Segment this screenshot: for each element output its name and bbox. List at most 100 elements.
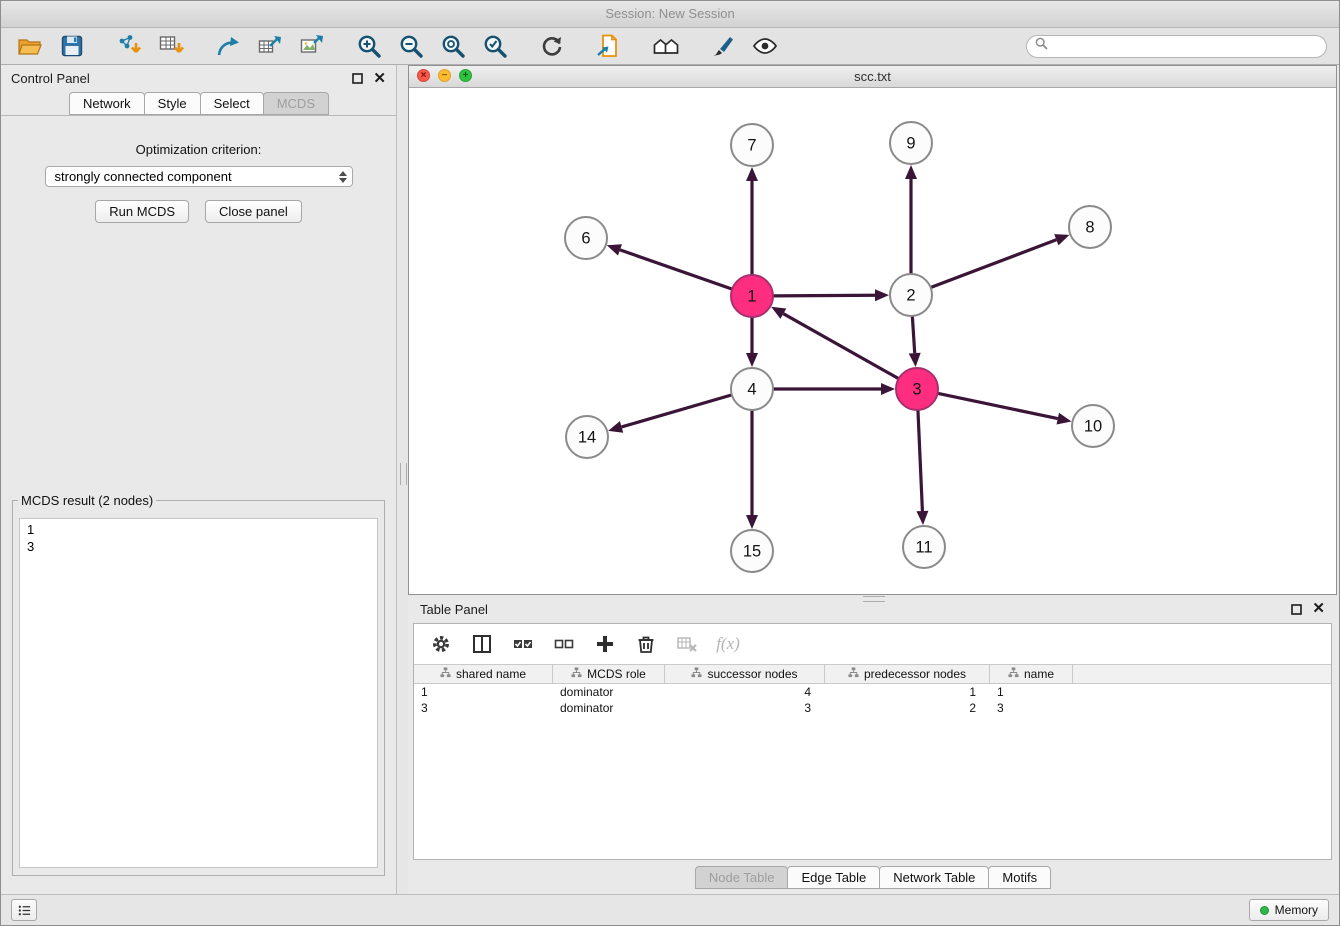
tab-mcds[interactable]: MCDS [263,92,329,115]
graph-edge-2-8[interactable] [931,240,1057,288]
control-panel: Control Panel ✕ NetworkStyleSelectMCDS O… [1,65,397,894]
zoom-window-icon[interactable]: + [459,69,472,82]
column-header-shared-name[interactable]: shared name [414,665,553,683]
table-cell-successor-nodes[interactable]: 4 [665,685,825,699]
network-view-window: × − + scc.txt 7 9 6 8 1 2 4 3 14 10 15 11 [408,65,1337,595]
import-network-icon[interactable] [112,31,146,61]
zoom-in-icon[interactable] [352,31,386,61]
network-canvas[interactable]: 7 9 6 8 1 2 4 3 14 10 15 11 [409,87,1336,594]
criterion-dropdown[interactable]: strongly connected component [45,166,353,187]
table-cell-predecessor-nodes[interactable]: 2 [825,701,990,715]
import-table-icon[interactable] [154,31,188,61]
graph-node-7[interactable]: 7 [731,124,773,166]
graph-node-4[interactable]: 4 [731,368,773,410]
graph-node-6[interactable]: 6 [565,217,607,259]
minimize-window-icon[interactable]: − [438,69,451,82]
graph-node-3[interactable]: 3 [896,368,938,410]
tab-select[interactable]: Select [200,92,264,115]
table-cell-shared-name[interactable]: 1 [414,685,553,699]
close-window-icon[interactable]: × [417,69,430,82]
memory-button[interactable]: Memory [1249,899,1329,921]
search-input[interactable] [1054,38,1318,55]
column-header-name[interactable]: name [990,665,1073,683]
task-history-button[interactable] [11,899,37,921]
export-image-icon[interactable] [295,31,329,61]
column-header-mcds-role[interactable]: MCDS role [553,665,665,683]
graph-node-14[interactable]: 14 [566,416,608,458]
graph-node-11[interactable]: 11 [903,526,945,568]
export-network-icon[interactable] [211,31,245,61]
column-label: predecessor nodes [864,667,966,681]
table-row[interactable]: 3dominator323 [414,700,1331,716]
window-titlebar[interactable]: Session: New Session [1,1,1339,28]
zoom-out-icon[interactable] [394,31,428,61]
tab-style[interactable]: Style [144,92,201,115]
columns-icon[interactable] [469,631,495,657]
graph-node-10[interactable]: 10 [1072,405,1114,447]
settings-gear-icon[interactable] [428,631,454,657]
add-row-icon[interactable] [592,631,618,657]
column-label: name [1024,667,1054,681]
graph-node-9[interactable]: 9 [890,122,932,164]
graph-edge-1-2[interactable] [773,295,875,296]
table-tab-motifs[interactable]: Motifs [988,866,1051,889]
network-window-title: scc.txt [854,69,891,84]
criterion-selected-value: strongly connected component [55,169,232,184]
close-panel-icon[interactable]: ✕ [373,72,386,86]
table-cell-name[interactable]: 3 [990,701,1073,715]
graph-edge-3-1[interactable] [783,314,898,379]
import-file-icon[interactable] [592,31,626,61]
save-session-icon[interactable] [55,31,89,61]
open-session-icon[interactable] [13,31,47,61]
memory-label: Memory [1275,903,1318,917]
column-header-successor-nodes[interactable]: successor nodes [665,665,825,683]
svg-text:11: 11 [915,539,932,557]
status-bar: Memory [1,894,1339,925]
tab-network[interactable]: Network [69,92,145,115]
style-brush-icon[interactable] [706,31,740,61]
float-panel-icon[interactable] [352,73,363,84]
run-mcds-button[interactable]: Run MCDS [95,200,189,223]
graph-node-1[interactable]: 1 [731,275,773,317]
mcds-result-list[interactable]: 13 [19,518,378,868]
table-tab-edge-table[interactable]: Edge Table [787,866,880,889]
graph-edge-1-6[interactable] [620,250,732,289]
eye-icon[interactable] [748,31,782,61]
table-row[interactable]: 1dominator411 [414,684,1331,700]
graph-edge-3-11[interactable] [918,410,922,511]
graph-node-8[interactable]: 8 [1069,206,1111,248]
home-icon[interactable] [649,31,683,61]
export-table-icon[interactable] [253,31,287,61]
svg-text:9: 9 [906,135,915,153]
deselect-all-icon[interactable] [551,631,577,657]
table-cell-shared-name[interactable]: 3 [414,701,553,715]
select-all-icon[interactable] [510,631,536,657]
column-header-predecessor-nodes[interactable]: predecessor nodes [825,665,990,683]
delete-row-icon[interactable] [633,631,659,657]
table-cell-name[interactable]: 1 [990,685,1073,699]
search-box[interactable] [1026,35,1327,58]
graph-edge-3-10[interactable] [938,393,1058,418]
horizontal-splitter-grip[interactable] [863,596,885,602]
table-cell-predecessor-nodes[interactable]: 1 [825,685,990,699]
column-type-icon [848,667,859,681]
graph-edge-4-14[interactable] [622,395,732,427]
close-mcds-panel-button[interactable]: Close panel [205,200,302,223]
splitter-grip[interactable] [400,463,407,485]
graph-node-2[interactable]: 2 [890,274,932,316]
close-table-panel-icon[interactable]: ✕ [1312,602,1325,616]
zoom-fit-icon[interactable] [436,31,470,61]
network-window-titlebar[interactable]: × − + scc.txt [409,66,1336,88]
table-tab-node-table[interactable]: Node Table [695,866,789,889]
vertical-splitter[interactable] [398,65,408,894]
refresh-icon[interactable] [535,31,569,61]
table-cell-successor-nodes[interactable]: 3 [665,701,825,715]
table-cell-mcds-role[interactable]: dominator [553,701,665,715]
table-cell-mcds-role[interactable]: dominator [553,685,665,699]
graph-node-15[interactable]: 15 [731,530,773,572]
table-tab-network-table[interactable]: Network Table [879,866,989,889]
zoom-selected-icon[interactable] [478,31,512,61]
column-label: MCDS role [587,667,646,681]
float-table-panel-icon[interactable] [1291,604,1302,615]
graph-edge-2-3[interactable] [912,316,914,353]
